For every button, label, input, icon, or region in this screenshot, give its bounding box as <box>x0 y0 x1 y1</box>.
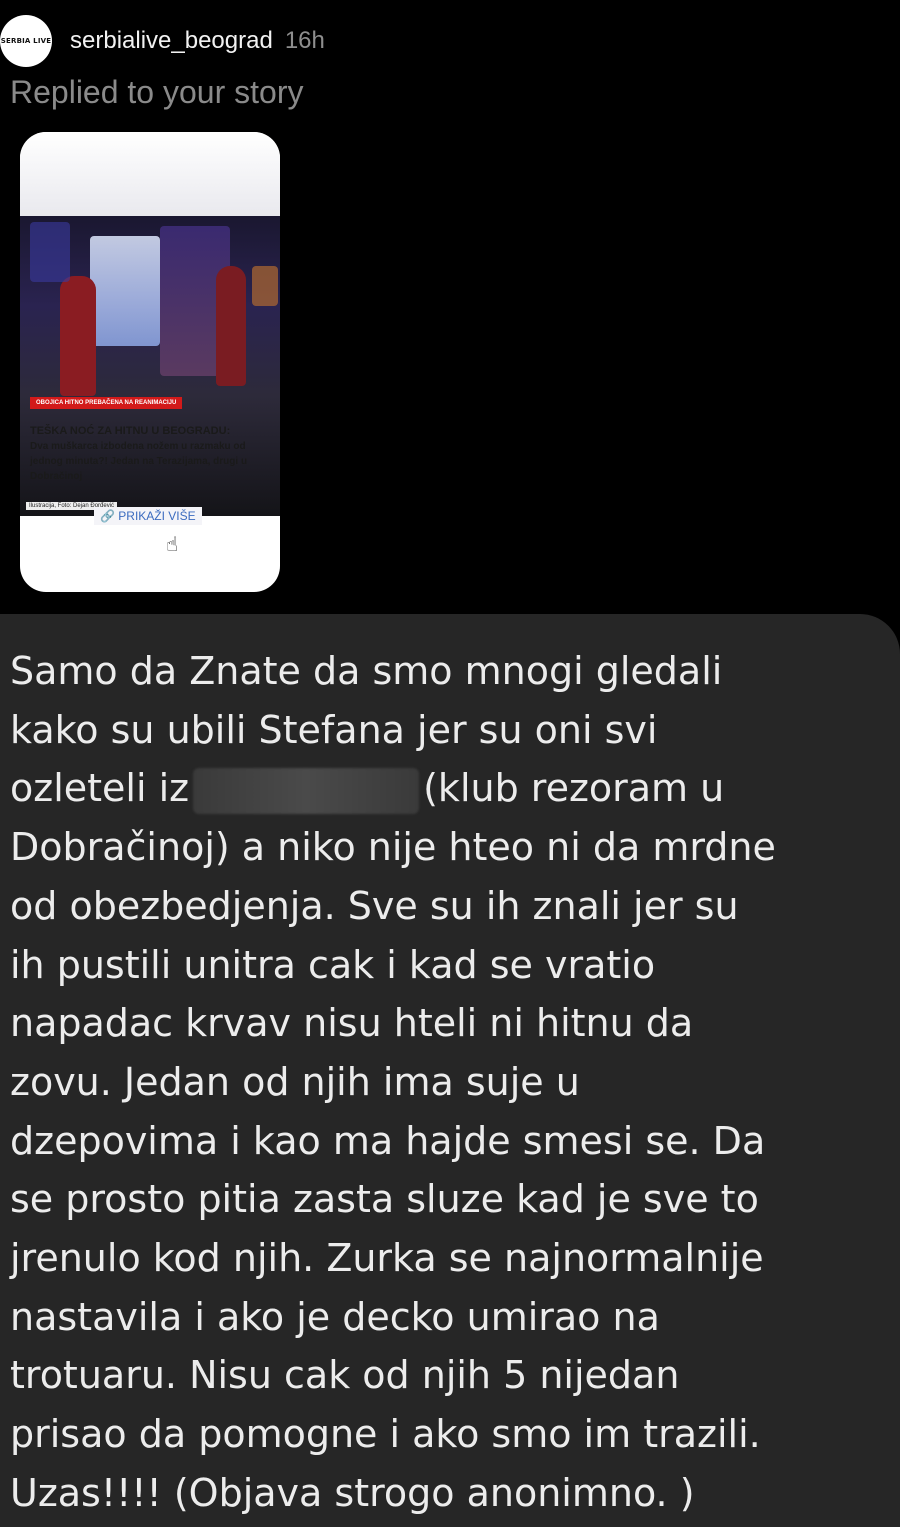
message-line: od obezbedjenja. Sve su ih znali jer su <box>10 883 739 928</box>
message-line: zovu. Jedan od njih ima suje u <box>10 1059 580 1104</box>
message-line: trotuaru. Nisu cak od njih 5 nijedan <box>10 1353 680 1398</box>
story-headline-block: TEŠKA NOĆ ZA HITNU U BEOGRADU: Dva muška… <box>30 424 266 484</box>
pointer-hand-icon: ☝ <box>166 534 179 556</box>
message-line: prisao da pomogne i ako smo im trazili. <box>10 1412 761 1457</box>
message-line: se prosto pitia zasta sluze kad je sve t… <box>10 1177 759 1222</box>
story-top-blank <box>20 132 280 216</box>
redacted-venue-name <box>193 767 420 814</box>
message-line-part: ozleteli iz <box>10 766 190 811</box>
message-text: Samo da Znate da smo mnogi gledali kako … <box>10 642 890 1523</box>
street-light <box>252 266 278 306</box>
message-line: Samo da Znate da smo mnogi gledali <box>10 649 723 693</box>
message-line: ozleteli iz (klub rezoram u <box>10 759 890 818</box>
message-line: kako su ubili Stefana jer su oni svi <box>10 707 658 752</box>
message-line: ih pustili unitra cak i kad se vratio <box>10 942 656 987</box>
message-line: jrenulo kod njih. Zurka se najnormalnije <box>10 1236 764 1281</box>
medic-figure-right <box>216 266 246 386</box>
blue-light <box>30 222 70 282</box>
story-preview-card[interactable]: Ilustracija, Foto: Dejan Đorđević OBOJIC… <box>20 132 280 592</box>
message-timestamp: 16h <box>284 27 325 54</box>
sender-username[interactable]: serbialive_beograd <box>70 27 273 55</box>
message-header: SERBIA LIVE serbialive_beograd 16h <box>0 12 325 70</box>
story-tag: OBOJICA HITNO PREBAČENA NA REANIMACIJU <box>30 397 183 409</box>
message-line-part: (klub rezoram u <box>423 766 725 811</box>
avatar[interactable]: SERBIA LIVE <box>0 15 52 67</box>
story-headline: TEŠKA NOĆ ZA HITNU U BEOGRADU: <box>30 425 231 437</box>
story-body-text: Dva muškarca izbodena nožem u razmaku od… <box>30 441 248 482</box>
medic-figure-left <box>60 276 96 396</box>
ambulance-interior-light <box>90 236 160 346</box>
message-line: Uzas!!!! (Objava strogo anonimno. ) <box>10 1470 695 1515</box>
message-line: nastavila i ako je decko umirao na <box>10 1294 660 1339</box>
message-line: dzepovima i kao ma hajde smesi se. Da <box>10 1118 766 1163</box>
message-line: Dobračinoj) a niko nije hteo ni da mrdne <box>10 825 776 870</box>
show-more-link[interactable]: 🔗 PRIKAŽI VIŠE <box>94 507 202 525</box>
replied-to-story-label: Replied to your story <box>10 74 304 110</box>
message-line: napadac krvav nisu hteli ni hitnu da <box>10 1001 694 1046</box>
